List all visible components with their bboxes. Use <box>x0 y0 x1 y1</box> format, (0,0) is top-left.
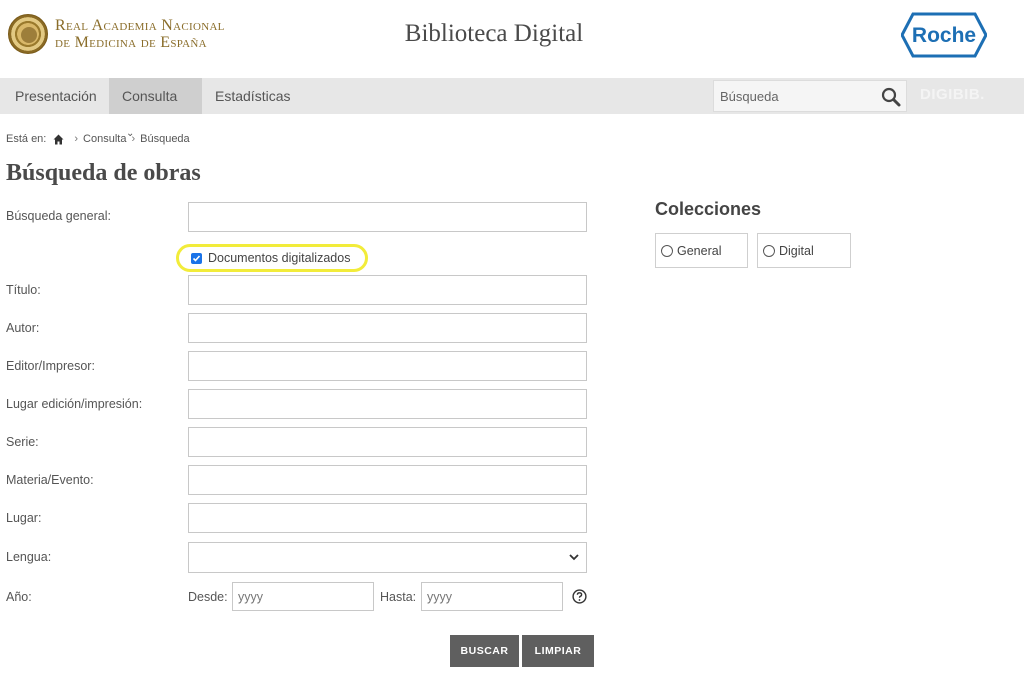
nav-item-presentacion[interactable]: Presentación <box>2 78 110 114</box>
series-label: Serie: <box>6 435 39 449</box>
site-header: Real Academia Nacional de Medicina de Es… <box>0 0 1024 78</box>
year-from-label: Desde: <box>188 590 228 604</box>
nav-item-estadisticas[interactable]: Estadísticas <box>202 78 303 114</box>
radio-icon[interactable] <box>661 245 673 257</box>
publisher-label: Editor/Impresor: <box>6 359 95 373</box>
year-to-label: Hasta: <box>380 590 417 604</box>
year-label: Año: <box>6 590 32 604</box>
general-search-input[interactable] <box>188 202 587 232</box>
collection-option-general[interactable]: General <box>655 233 748 268</box>
language-select[interactable] <box>188 542 587 573</box>
general-search-label: Búsqueda general: <box>6 209 111 223</box>
digibib-brand[interactable]: DIGIBIB. <box>920 86 985 103</box>
title-input[interactable] <box>188 275 587 305</box>
nav-item-consulta[interactable]: Consulta⌄ <box>109 78 202 139</box>
publication-place-input[interactable] <box>188 389 587 419</box>
radio-icon[interactable] <box>763 245 775 257</box>
breadcrumb-prefix: Está en: <box>6 133 47 145</box>
nav-item-label: Presentación <box>15 88 97 104</box>
help-icon[interactable] <box>572 589 587 604</box>
publisher-input[interactable] <box>188 351 587 381</box>
nav-item-label: Estadísticas <box>215 88 291 104</box>
language-label: Lengua: <box>6 550 52 564</box>
breadcrumb-item-busqueda: Búsqueda <box>140 133 190 145</box>
page-title: Búsqueda de obras <box>6 160 201 186</box>
subject-label: Materia/Evento: <box>6 473 94 487</box>
year-from-input[interactable] <box>232 582 374 611</box>
author-label: Autor: <box>6 321 40 335</box>
search-input[interactable] <box>714 81 874 111</box>
site-title: Biblioteca Digital <box>0 20 1024 48</box>
collection-option-label: Digital <box>779 244 814 258</box>
series-input[interactable] <box>188 427 587 457</box>
place-label: Lugar: <box>6 511 42 525</box>
chevron-down-icon <box>569 554 579 561</box>
nav-item-label: Consulta <box>122 88 178 104</box>
search-box <box>713 80 907 112</box>
place-input[interactable] <box>188 503 587 533</box>
collection-option-label: General <box>677 244 722 258</box>
digitized-checkbox-label[interactable]: Documentos digitalizados <box>208 251 350 265</box>
site-title-text: Biblioteca Digital <box>404 20 584 47</box>
breadcrumb-separator: › <box>74 133 79 145</box>
collections-title: Colecciones <box>655 199 762 219</box>
digitized-checkbox[interactable] <box>191 253 202 264</box>
checkmark-icon <box>192 255 201 262</box>
clear-button[interactable]: LIMPIAR <box>522 635 594 667</box>
publication-place-label: Lugar edición/impresión: <box>6 397 143 411</box>
breadcrumb: Está en: › Consulta › Búsqueda <box>6 133 190 145</box>
search-button[interactable]: BUSCAR <box>450 635 519 667</box>
breadcrumb-separator: › <box>131 133 136 145</box>
breadcrumb-item-consulta[interactable]: Consulta <box>83 133 126 145</box>
title-label: Título: <box>6 283 41 297</box>
author-input[interactable] <box>188 313 587 343</box>
search-icon[interactable] <box>880 86 902 108</box>
year-to-input[interactable] <box>421 582 563 611</box>
collection-option-digital[interactable]: Digital <box>757 233 851 268</box>
home-icon[interactable] <box>53 134 64 145</box>
subject-input[interactable] <box>188 465 587 495</box>
roche-logo-text: Roche <box>912 24 976 47</box>
roche-logo-icon[interactable]: Roche <box>901 12 987 58</box>
